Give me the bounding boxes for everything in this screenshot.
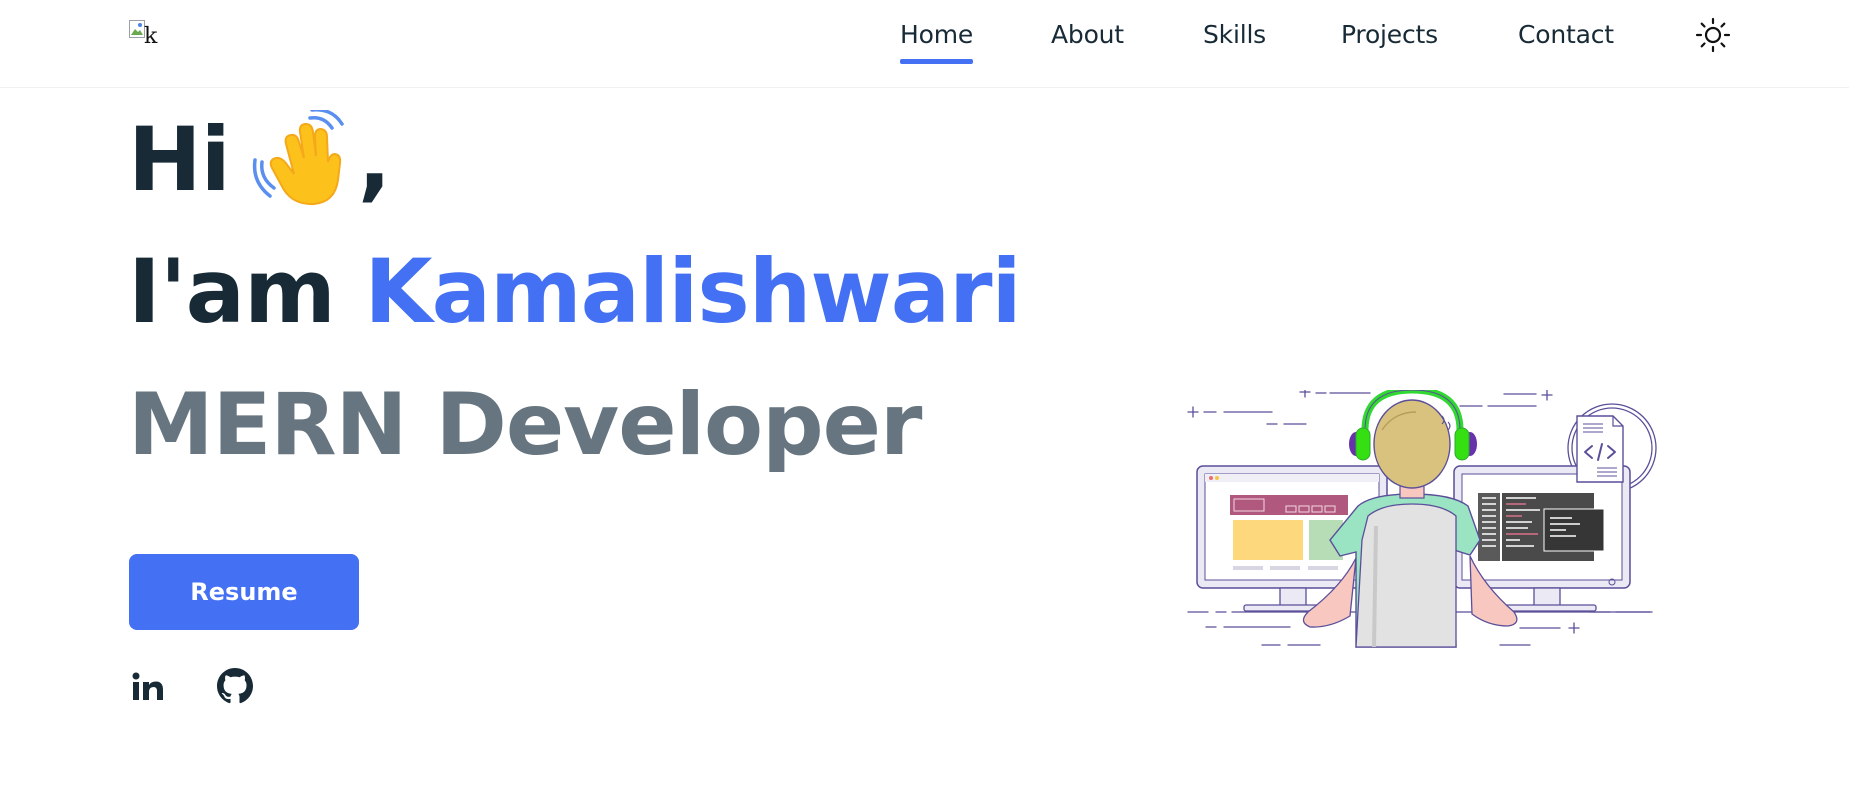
nav-link-about[interactable]: About bbox=[1051, 20, 1124, 49]
greeting-text: Hi bbox=[128, 108, 231, 211]
intro-text: I'am bbox=[128, 240, 336, 343]
nav-link-skills[interactable]: Skills bbox=[1203, 20, 1266, 49]
nav-link-projects[interactable]: Projects bbox=[1341, 20, 1438, 49]
linkedin-icon bbox=[132, 672, 163, 700]
hero-intro: I'am Kamalishwari bbox=[128, 240, 1022, 343]
waving-hand-icon bbox=[252, 108, 352, 206]
logo[interactable]: k bbox=[129, 20, 171, 50]
nav-link-contact[interactable]: Contact bbox=[1518, 20, 1614, 49]
hero-role: MERN Developer bbox=[128, 375, 922, 475]
nav-link-home[interactable]: Home bbox=[900, 20, 973, 64]
github-link[interactable] bbox=[217, 668, 257, 708]
resume-button[interactable]: Resume bbox=[129, 554, 359, 630]
hero-name: Kamalishwari bbox=[364, 240, 1021, 343]
logo-alt-text: k bbox=[144, 24, 158, 49]
greeting-comma: , bbox=[357, 108, 391, 211]
developer-illustration bbox=[1180, 386, 1670, 650]
navbar: k Home About Skills Projects Contact bbox=[0, 0, 1849, 88]
sun-icon bbox=[1695, 17, 1731, 53]
github-icon bbox=[217, 668, 253, 704]
linkedin-link[interactable] bbox=[129, 668, 169, 708]
broken-image-icon bbox=[129, 20, 145, 38]
theme-toggle[interactable] bbox=[1695, 17, 1731, 53]
hero-greeting: Hi , bbox=[128, 108, 391, 211]
